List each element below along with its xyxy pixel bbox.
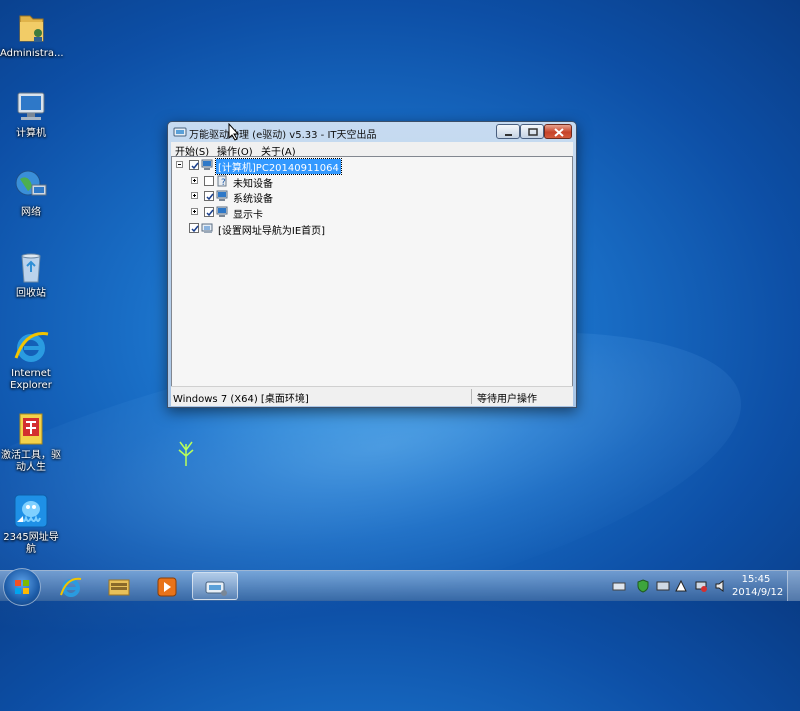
status-state: 等待用户操作 <box>477 394 537 405</box>
desktop-icon-internet-explorer[interactable]: Internet Explorer <box>0 328 62 392</box>
tree-item-label: 显示卡 <box>233 210 263 221</box>
check-icon <box>191 162 199 170</box>
menu-bar: 开始(S) 操作(O) 关于(A) <box>171 142 573 158</box>
desktop-icon-label: Internet Explorer <box>10 368 52 391</box>
media-player-icon <box>157 577 177 597</box>
taskbar-clock[interactable]: 15:45 2014/9/12 <box>732 573 784 599</box>
volume-icon[interactable] <box>714 579 728 593</box>
unknown-device-icon: ? <box>217 175 227 187</box>
recycle-bin-icon <box>21 253 41 283</box>
network-disconnected-icon[interactable] <box>694 579 708 593</box>
clock-date: 2014/9/12 <box>732 587 784 598</box>
desktop-icon-label: 激活工具，驱动人生 <box>1 450 61 473</box>
expand-toggle[interactable] <box>191 208 198 215</box>
computer-node-icon <box>201 159 213 170</box>
desktop-icon-network[interactable]: 网络 <box>0 167 62 219</box>
desktop-icon-label: 2345网址导航 <box>3 532 59 555</box>
app-window: 万能驱动助理 (e驱动) v5.33 - IT天空出品 开始(S) 操作(O) … <box>167 121 577 408</box>
taskbar-explorer[interactable] <box>96 572 142 600</box>
tree-checkbox[interactable] <box>189 160 199 170</box>
mouse-cursor-icon <box>228 123 240 141</box>
status-environment: Windows 7 (X64) [桌面环境] <box>173 394 309 405</box>
internet-explorer-icon <box>14 332 49 362</box>
close-icon <box>554 128 564 137</box>
desktop-icon-label: 计算机 <box>16 128 46 139</box>
network-tray-icon[interactable] <box>656 579 670 593</box>
taskbar: 15:45 2014/9/12 <box>0 568 800 606</box>
desktop-icon-activation-tool[interactable]: 激活工具，驱动人生 <box>0 410 62 474</box>
taskbar-media-player[interactable] <box>144 572 190 600</box>
folder-icon <box>108 579 130 596</box>
show-desktop-button[interactable] <box>787 571 800 601</box>
network-settings-icon <box>201 223 213 233</box>
minimize-button[interactable] <box>496 124 520 139</box>
taskbar-driver-assistant[interactable] <box>192 572 238 600</box>
desktop-icon-user-folder[interactable]: Administra... <box>0 8 64 60</box>
tree-item-label: [设置网址导航为IE首页] <box>218 226 326 237</box>
device-tree: [计算机]PC20140911064 ? 未知设备 系统设备 显示卡 [设置网址… <box>171 156 573 387</box>
app-driver-icon <box>205 581 227 596</box>
status-bar: Windows 7 (X64) [桌面环境] 等待用户操作 <box>171 386 573 406</box>
clock-time: 15:45 <box>741 574 771 585</box>
expand-toggle[interactable] <box>191 192 198 199</box>
wallpaper-logo-icon <box>178 441 194 466</box>
collapse-toggle[interactable] <box>176 161 183 168</box>
check-icon <box>206 209 214 217</box>
start-button[interactable] <box>3 568 41 606</box>
desktop-icon-recycle-bin[interactable]: 回收站 <box>0 248 62 300</box>
svg-text:?: ? <box>221 178 226 187</box>
status-separator <box>471 389 472 404</box>
desktop-icon-label: 回收站 <box>16 288 46 299</box>
close-button[interactable] <box>544 124 572 139</box>
taskbar-internet-explorer[interactable] <box>48 572 94 600</box>
tree-checkbox[interactable] <box>204 176 214 186</box>
tree-checkbox[interactable] <box>189 223 199 233</box>
keyboard-layout-icon[interactable] <box>612 579 626 593</box>
desktop-icon-2345-nav[interactable]: 2345网址导航 <box>0 492 62 556</box>
desktop-icon-label: 网络 <box>21 207 41 218</box>
desktop-icon-computer[interactable]: 计算机 <box>0 88 62 140</box>
action-center-icon[interactable] <box>674 579 688 593</box>
app-driver-icon <box>173 127 187 137</box>
tree-item-label: 系统设备 <box>233 194 273 205</box>
tree-item-label: 未知设备 <box>233 179 273 190</box>
maximize-button[interactable] <box>520 124 544 139</box>
check-icon <box>206 193 214 201</box>
check-icon <box>191 225 199 233</box>
desktop-icon-label: Administra... <box>0 48 64 59</box>
tree-checkbox[interactable] <box>204 191 214 201</box>
security-shield-icon[interactable] <box>636 579 650 593</box>
tree-item-label: [计算机]PC20140911064 <box>215 158 342 175</box>
window-title: 万能驱动助理 (e驱动) v5.33 - IT天空出品 <box>189 130 377 141</box>
activation-tool-icon <box>19 413 43 445</box>
expand-toggle[interactable] <box>191 177 198 184</box>
tree-checkbox[interactable] <box>204 207 214 217</box>
internet-explorer-icon <box>60 577 82 597</box>
display-adapter-icon <box>216 206 228 217</box>
minimize-icon <box>505 134 512 136</box>
2345-navigation-icon <box>14 494 48 528</box>
computer-icon <box>17 92 45 120</box>
maximize-icon <box>528 128 538 136</box>
system-device-icon <box>216 190 228 201</box>
network-globe-icon <box>15 170 47 196</box>
user-folder-icon <box>19 15 44 42</box>
